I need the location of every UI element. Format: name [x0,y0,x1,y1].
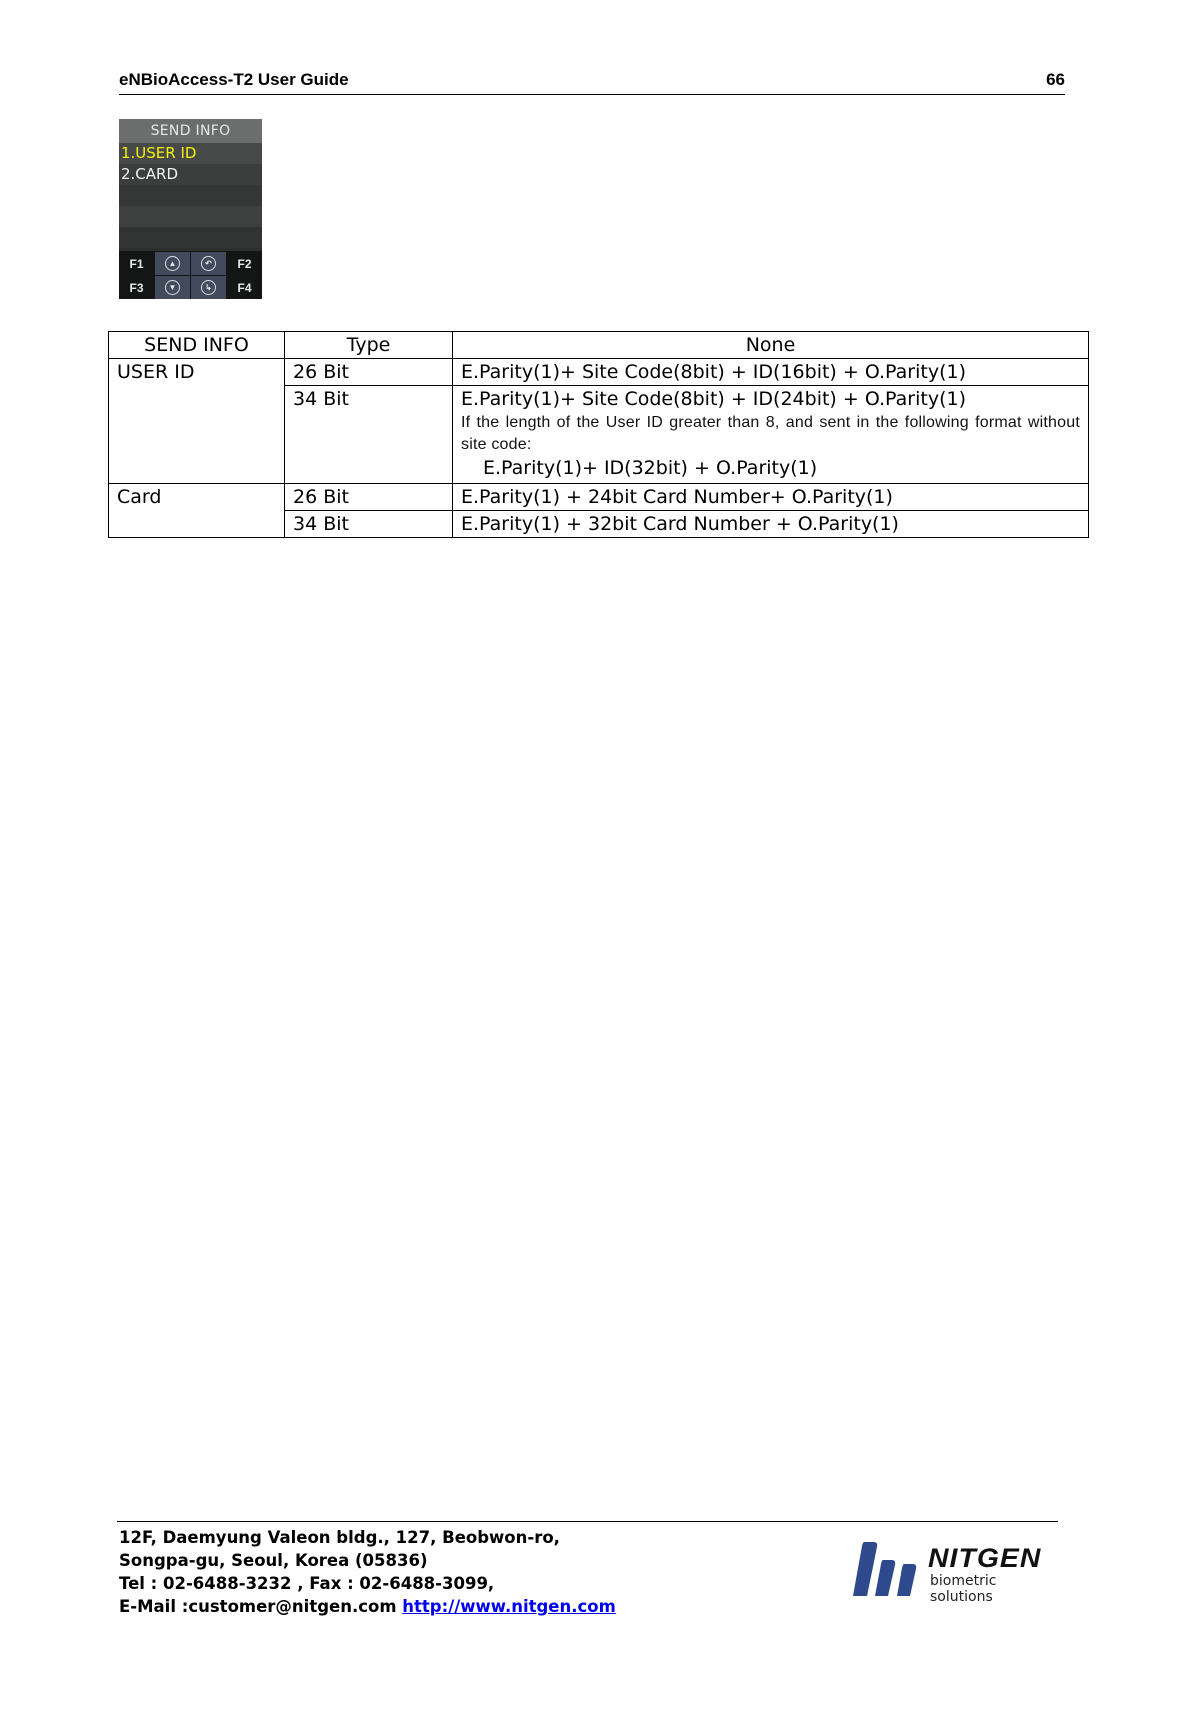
format-text: E.Parity(1)+ Site Code(8bit) + ID(24bit)… [461,388,967,410]
group-card: Card [108,483,285,538]
format-cell: E.Parity(1) + 32bit Card Number + O.Pari… [452,510,1089,538]
table-row: Card 26 Bit E.Parity(1) + 24bit Card Num… [108,483,1089,538]
back-arrow-icon: ↶ [201,256,216,271]
address-line-1: 12F, Daemyung Valeon bldg., 127, Beobwon… [119,1528,560,1547]
device-menu-item-user-id: 1.USER ID [119,143,262,164]
f4-key: F4 [237,280,252,295]
document-title: eNBioAccess-T2 User Guide [119,70,349,89]
email-text: E-Mail :customer@nitgen.com [119,1597,403,1616]
back-key: ↶ [191,252,226,275]
f3-key: F3 [129,280,144,295]
f2-key: F2 [237,256,252,271]
device-menu-item-card: 2.CARD [119,164,262,185]
group-user-id: USER ID [108,358,285,484]
format-cell: E.Parity(1)+ Site Code(8bit) + ID(24bit)… [452,385,1089,484]
enter-key: ↳ [191,276,226,299]
device-screen-title: SEND INFO [119,119,262,143]
type-cell: 34 Bit [284,385,453,484]
email-line: E-Mail :customer@nitgen.com http://www.n… [119,1595,616,1618]
table-row: USER ID 26 Bit E.Parity(1)+ Site Code(8b… [108,358,1089,484]
logo-brand-text: NITGEN [928,1543,1042,1573]
address-line-2: Songpa-gu, Seoul, Korea (05836) [119,1551,428,1570]
header-type: Type [284,331,453,359]
website-link[interactable]: http://www.nitgen.com [402,1597,616,1616]
down-key: ▼ [155,276,190,299]
table-header-row: SEND INFO Type None [108,331,1089,359]
page-header: eNBioAccess-T2 User Guide 66 [119,66,1065,95]
up-arrow-icon: ▲ [165,256,180,271]
device-menu-empty-row [119,206,262,227]
device-keypad: F1 ▲ ↶ F2 F3 ▼ ↳ F4 [119,251,262,299]
enter-arrow-icon: ↳ [201,280,216,295]
format-note: If the length of the User ID greater tha… [461,414,1080,453]
device-screen-image: SEND INFO 1.USER ID 2.CARD F1 ▲ ↶ F2 F3 … [119,119,262,299]
device-menu-empty-row [119,227,262,248]
type-cell: 26 Bit [284,358,453,386]
nitgen-logo-mark-icon [853,1542,917,1596]
down-arrow-icon: ▼ [165,280,180,295]
send-info-table: SEND INFO Type None USER ID 26 Bit E.Par… [108,331,1089,538]
alt-format-text: E.Parity(1)+ ID(32bit) + O.Parity(1) [483,457,818,479]
up-key: ▲ [155,252,190,275]
format-cell: E.Parity(1) + 24bit Card Number+ O.Parit… [452,483,1089,511]
logo-tagline: biometric solutions [930,1573,997,1605]
f1-key: F1 [129,256,144,271]
page-number: 66 [1046,70,1065,89]
header-none: None [452,331,1089,359]
header-send-info: SEND INFO [108,331,285,359]
type-cell: 26 Bit [284,483,453,511]
phone-fax-line: Tel : 02-6488-3232 , Fax : 02-6488-3099, [119,1574,495,1593]
footer-contact: 12F, Daemyung Valeon bldg., 127, Beobwon… [119,1526,616,1618]
footer-divider [117,1521,1058,1522]
format-cell: E.Parity(1)+ Site Code(8bit) + ID(16bit)… [452,358,1089,386]
type-cell: 34 Bit [284,510,453,538]
device-menu-empty-row [119,185,262,206]
nitgen-logo: NITGEN biometric solutions [850,1540,1060,1605]
